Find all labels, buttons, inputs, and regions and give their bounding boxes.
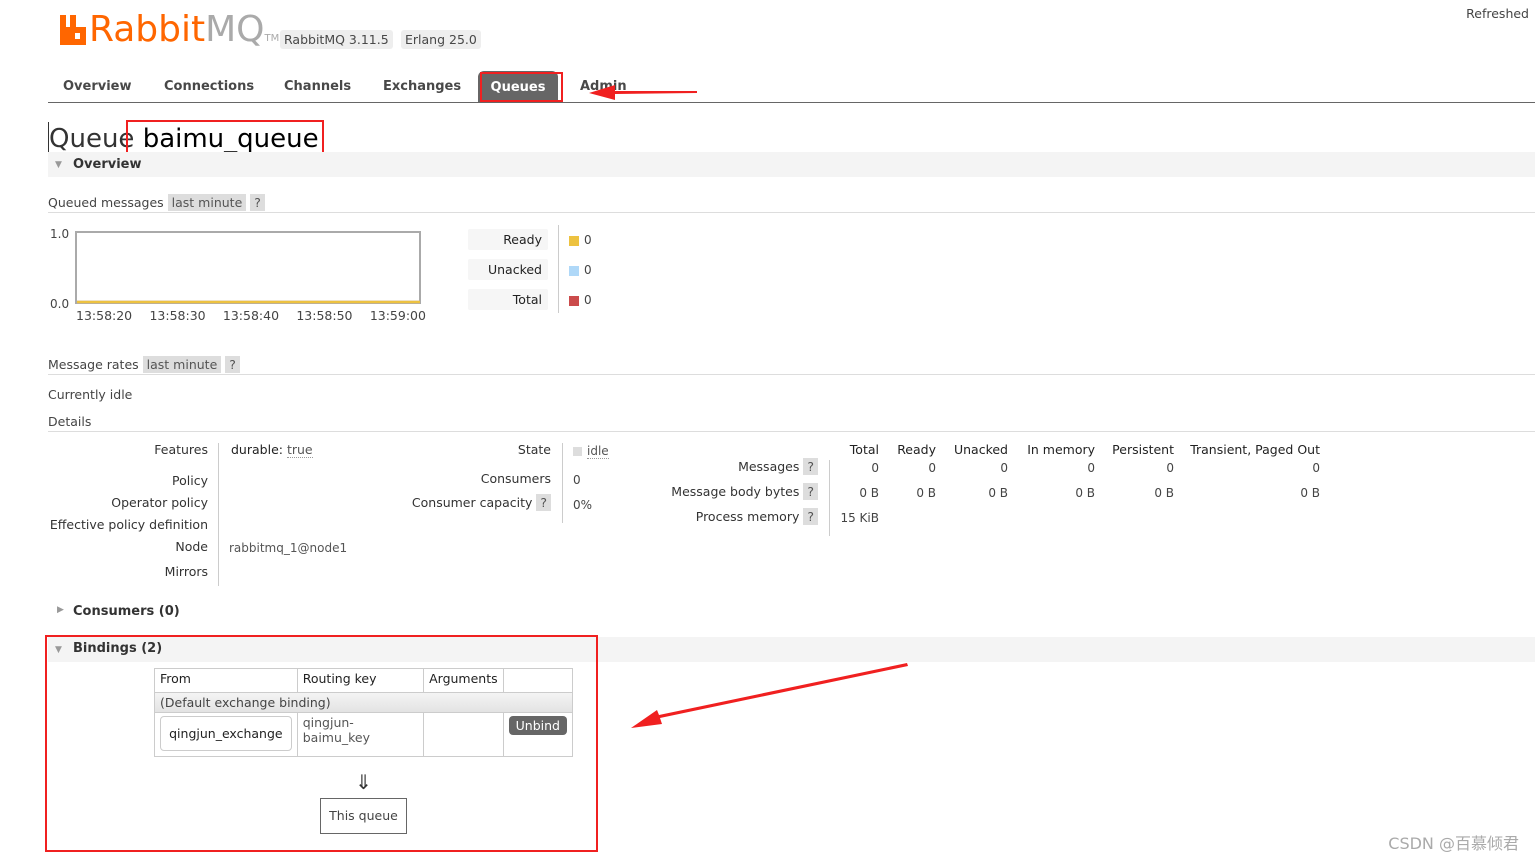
stats-cell: 0 B [1300, 486, 1320, 500]
help-button[interactable]: ? [225, 356, 240, 373]
chart-frame [75, 231, 421, 304]
range-selector[interactable]: last minute [167, 194, 247, 211]
durable-value: true [286, 442, 313, 458]
total-swatch [569, 296, 579, 306]
consumers-value: 0 [573, 473, 581, 487]
effective-policy-label: Effective policy definition [49, 517, 208, 532]
unacked-swatch [569, 266, 579, 276]
node-label: Node [175, 539, 208, 554]
queued-messages-header: Queued messages last minute ? [48, 194, 265, 211]
divider [48, 212, 1535, 213]
queued-messages-chart [75, 231, 421, 304]
title-prefix: Queue [49, 124, 135, 154]
total-value: 0 [584, 293, 592, 307]
logo[interactable]: RabbitMQTM [89, 8, 279, 61]
stats-cell: 15 KiB [840, 511, 879, 525]
stats-cell: 0 [1000, 461, 1008, 475]
mirrors-label: Mirrors [164, 564, 208, 579]
nav-divider [48, 102, 1535, 103]
rates-range-selector[interactable]: last minute [142, 356, 222, 373]
y-tick: 0.0 [50, 297, 70, 311]
message-rates-header: Message rates last minute ? [48, 356, 240, 373]
stats-cell: 0 B [988, 486, 1008, 500]
help-button[interactable]: ? [250, 194, 265, 211]
policy-label: Policy [172, 473, 208, 488]
expand-triangle-icon: ▶ [57, 605, 64, 615]
overview-section-header[interactable] [48, 152, 1535, 177]
annotation-arrow-icon [631, 663, 908, 728]
consumers-label: Consumers [480, 471, 551, 486]
stats-cell: 0 [1166, 461, 1174, 475]
state-value: idle [587, 444, 609, 459]
divider [48, 431, 1535, 432]
refreshed-text: Refreshed [1466, 6, 1529, 21]
rates-label: Message rates [48, 357, 139, 372]
stats-cell: 0 [1312, 461, 1320, 475]
logo-text: Rabbit [89, 9, 206, 50]
rabbitmq-logo-icon [60, 15, 86, 45]
collapse-triangle-icon: ▼ [55, 160, 62, 170]
durable-key: durable: [231, 442, 283, 457]
watermark: CSDN @百慕倾君 [1388, 834, 1519, 853]
x-tick: 13:58:30 [149, 308, 206, 323]
tab-connections[interactable]: Connections [164, 79, 254, 94]
legend-total[interactable]: Total [468, 289, 548, 310]
tab-overview[interactable]: Overview [63, 79, 132, 94]
annotation-box [45, 635, 598, 852]
unacked-value: 0 [584, 263, 592, 277]
divider [48, 374, 1535, 375]
y-tick: 1.0 [50, 227, 70, 241]
operator-policy-label: Operator policy [111, 495, 208, 510]
capacity-text: Consumer capacity [411, 495, 533, 510]
tab-exchanges[interactable]: Exchanges [383, 79, 461, 94]
consumers-title[interactable]: Consumers (0) [73, 604, 180, 619]
overview-title[interactable]: Overview [73, 157, 142, 172]
logo-mq: MQ [205, 9, 265, 50]
consumer-capacity-label: Consumer capacity ? [380, 494, 551, 511]
stats-cell: 0 B [1154, 486, 1174, 500]
x-tick: 13:58:40 [222, 308, 280, 323]
logo-tm: TM [264, 33, 280, 44]
features-value: durable: true [231, 442, 313, 458]
divider [562, 443, 563, 523]
divider [218, 443, 219, 586]
ready-value: 0 [584, 233, 592, 247]
details-label: Details [48, 414, 92, 429]
version-badge: RabbitMQ 3.11.5 [280, 30, 393, 49]
tab-channels[interactable]: Channels [284, 79, 351, 94]
annotation-arrow-icon [589, 85, 697, 100]
x-tick: 13:58:20 [76, 308, 133, 323]
help-button[interactable]: ? [536, 494, 551, 511]
idle-text: Currently idle [48, 387, 133, 402]
divider [558, 225, 559, 313]
state-indicator-icon [573, 447, 582, 456]
node-value: rabbitmq_1@node1 [229, 541, 348, 555]
annotation-box [480, 72, 563, 102]
erlang-badge: Erlang 25.0 [401, 30, 481, 49]
capacity-value: 0% [573, 498, 593, 512]
stats-header: Transient, Paged Out [1190, 442, 1320, 457]
legend-unacked[interactable]: Unacked [468, 259, 548, 280]
features-label: Features [154, 442, 208, 457]
queued-label: Queued messages [48, 195, 164, 210]
legend-ready[interactable]: Ready [468, 229, 548, 250]
state-label: State [517, 442, 551, 457]
x-tick: 13:58:50 [296, 308, 353, 323]
x-tick: 13:59:00 [369, 308, 426, 323]
ready-swatch [569, 236, 579, 246]
